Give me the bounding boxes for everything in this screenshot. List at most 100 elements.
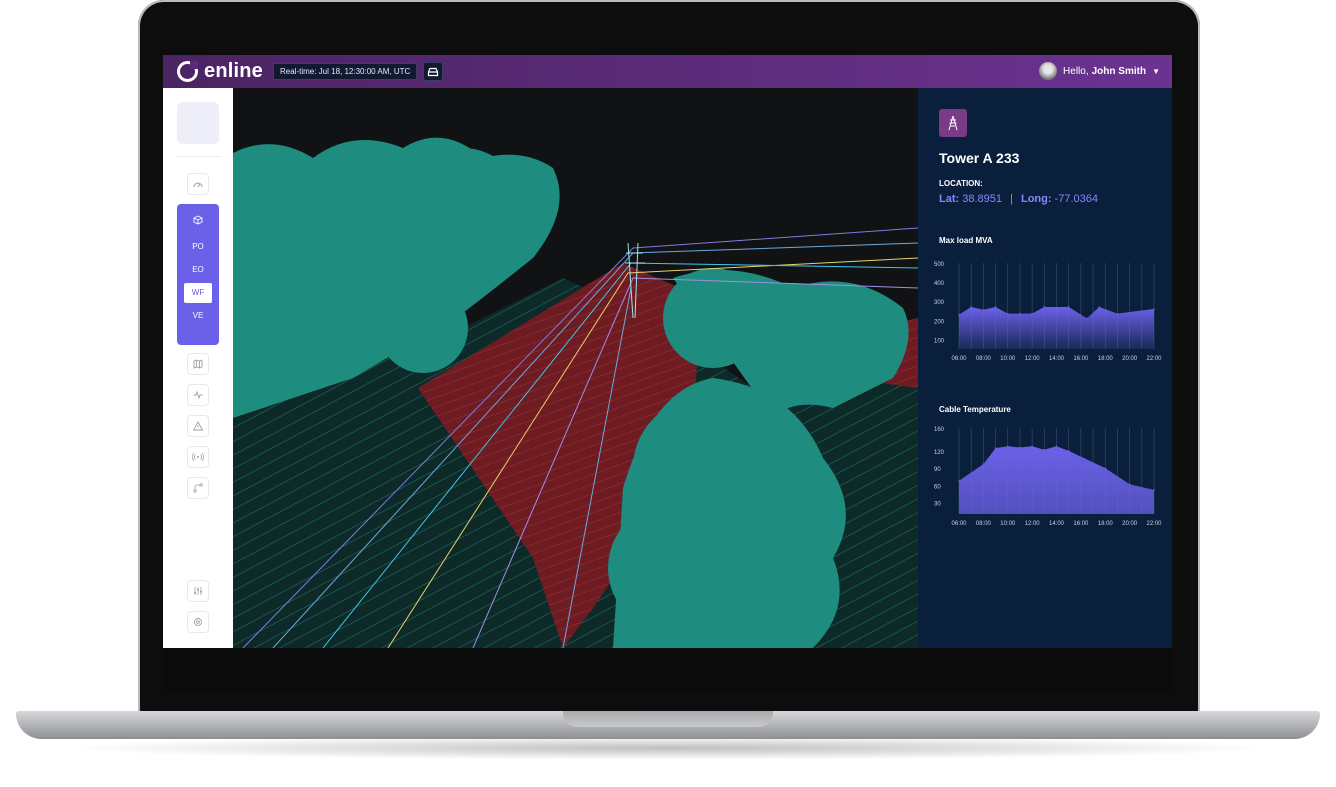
x-tick-label: 16:00 xyxy=(1073,521,1089,527)
y-tick-label: 60 xyxy=(934,484,941,490)
cube-icon[interactable] xyxy=(191,215,205,229)
y-tick-label: 100 xyxy=(934,338,945,344)
greeting-text: Hello, xyxy=(1063,65,1089,77)
gauge-icon[interactable] xyxy=(187,173,209,195)
app-screen: enline Real-time: Jul 18, 12:30:00 AM, U… xyxy=(163,55,1172,648)
chevron-down-icon: ▼ xyxy=(1152,66,1160,76)
sidebar-item-eo[interactable]: EO xyxy=(184,260,212,280)
x-tick-label: 12:00 xyxy=(1025,356,1041,362)
x-tick-label: 22:00 xyxy=(1146,356,1162,362)
tower-detail-panel: Tower A 233 LOCATION: Lat: 38.8951 | Lon… xyxy=(918,88,1172,648)
data-point xyxy=(1006,312,1009,315)
laptop-notch xyxy=(563,711,773,727)
data-point xyxy=(1116,312,1119,315)
vehicle-button[interactable] xyxy=(423,62,444,81)
data-point xyxy=(1055,445,1058,448)
top-bar: enline Real-time: Jul 18, 12:30:00 AM, U… xyxy=(163,55,1172,88)
max-load-chart: 100 200 300 400 500 06:00 08:00 10:00 12:00 14:00… xyxy=(934,262,1162,362)
x-tick-label: 12:00 xyxy=(1025,521,1041,527)
transmission-tower-icon xyxy=(939,109,967,137)
x-tick-label: 20:00 xyxy=(1122,521,1138,527)
data-point xyxy=(970,306,972,308)
data-point xyxy=(1086,317,1088,320)
location-label: LOCATION: xyxy=(939,179,983,188)
user-name: John Smith xyxy=(1091,65,1147,77)
x-tick-label: 16:00 xyxy=(1073,356,1089,362)
y-tick-label: 90 xyxy=(934,467,941,473)
data-point xyxy=(1067,306,1070,308)
data-point xyxy=(1128,483,1131,485)
coordinates: Lat: 38.8951 | Long: -77.0364 xyxy=(939,193,1098,205)
pulse-icon[interactable] xyxy=(187,384,209,406)
cable-temperature-chart: 30 60 90 120 160 06:00 08:00 10:00 12:00 14:00 16:… xyxy=(934,427,1162,527)
long-label: Long: xyxy=(1020,193,1052,205)
y-tick-label: 120 xyxy=(934,450,945,456)
sidebar-item-po[interactable]: PO xyxy=(184,237,212,257)
sidebar-logo-card xyxy=(177,102,219,144)
sliders-icon[interactable] xyxy=(187,580,209,602)
lat-label: Lat: xyxy=(939,193,960,205)
logo-icon xyxy=(177,61,198,82)
route-icon[interactable] xyxy=(187,477,209,499)
data-point xyxy=(958,313,960,316)
data-point xyxy=(982,309,985,311)
sidebar-divider xyxy=(175,156,221,157)
y-tick-label: 300 xyxy=(934,300,945,306)
y-tick-label: 400 xyxy=(934,281,945,287)
x-tick-label: 06:00 xyxy=(951,356,967,362)
app-logo[interactable]: enline xyxy=(177,60,263,83)
car-icon xyxy=(428,67,439,76)
lidar-scene xyxy=(233,88,918,648)
lat-value: 38.8951 xyxy=(962,193,1002,205)
data-point xyxy=(994,306,997,308)
data-point xyxy=(1043,448,1046,451)
data-point xyxy=(982,463,985,465)
y-tick-label: 200 xyxy=(934,319,945,325)
sidebar-item-wf[interactable]: WF xyxy=(184,283,212,303)
x-tick-label: 18:00 xyxy=(1098,521,1114,527)
user-menu[interactable]: Hello, John Smith ▼ xyxy=(1039,62,1160,80)
x-tick-label: 22:00 xyxy=(1146,521,1162,527)
y-tick-label: 160 xyxy=(934,427,945,433)
coord-separator: | xyxy=(1010,193,1013,205)
tower-title: Tower A 233 xyxy=(939,150,1020,166)
series-area xyxy=(959,446,1154,514)
x-tick-label: 10:00 xyxy=(1000,356,1016,362)
data-point xyxy=(1019,312,1021,315)
data-point xyxy=(994,447,997,449)
data-point xyxy=(1031,312,1033,315)
avatar xyxy=(1039,62,1058,80)
data-point xyxy=(1067,450,1070,452)
x-tick-label: 18:00 xyxy=(1098,356,1114,362)
x-tick-label: 08:00 xyxy=(976,521,992,527)
logo-text: enline xyxy=(204,60,263,82)
map-3d-view[interactable] xyxy=(233,88,918,648)
data-point xyxy=(1153,308,1155,310)
chart-title-cable-temp: Cable Temperature xyxy=(939,405,1011,414)
realtime-badge: Real-time: Jul 18, 12:30:00 AM, UTC xyxy=(273,63,418,80)
data-point xyxy=(1031,445,1033,448)
y-tick-label: 30 xyxy=(934,502,941,508)
screen-bezel-bottom xyxy=(163,648,1172,692)
series-area xyxy=(959,307,1154,349)
data-point xyxy=(1098,306,1100,308)
x-tick-label: 08:00 xyxy=(976,356,992,362)
data-point xyxy=(1153,489,1155,491)
x-tick-label: 10:00 xyxy=(1000,521,1016,527)
x-tick-label: 20:00 xyxy=(1122,356,1138,362)
x-tick-label: 14:00 xyxy=(1049,356,1065,362)
y-tick-label: 500 xyxy=(934,262,945,268)
laptop-shadow xyxy=(60,736,1276,760)
data-point xyxy=(1006,445,1009,448)
x-tick-label: 14:00 xyxy=(1049,521,1065,527)
broadcast-icon[interactable] xyxy=(187,446,209,468)
sidebar-item-ve[interactable]: VE xyxy=(184,306,212,326)
sidebar-active-group: PO EO WF VE xyxy=(177,204,219,345)
data-point xyxy=(1043,306,1046,308)
data-point xyxy=(1019,446,1021,449)
long-value: -77.0364 xyxy=(1054,193,1099,205)
warning-icon[interactable] xyxy=(187,415,209,437)
chart-title-max-load: Max load MVA xyxy=(939,236,993,245)
map-icon[interactable] xyxy=(187,353,209,375)
settings-icon[interactable] xyxy=(187,611,209,633)
